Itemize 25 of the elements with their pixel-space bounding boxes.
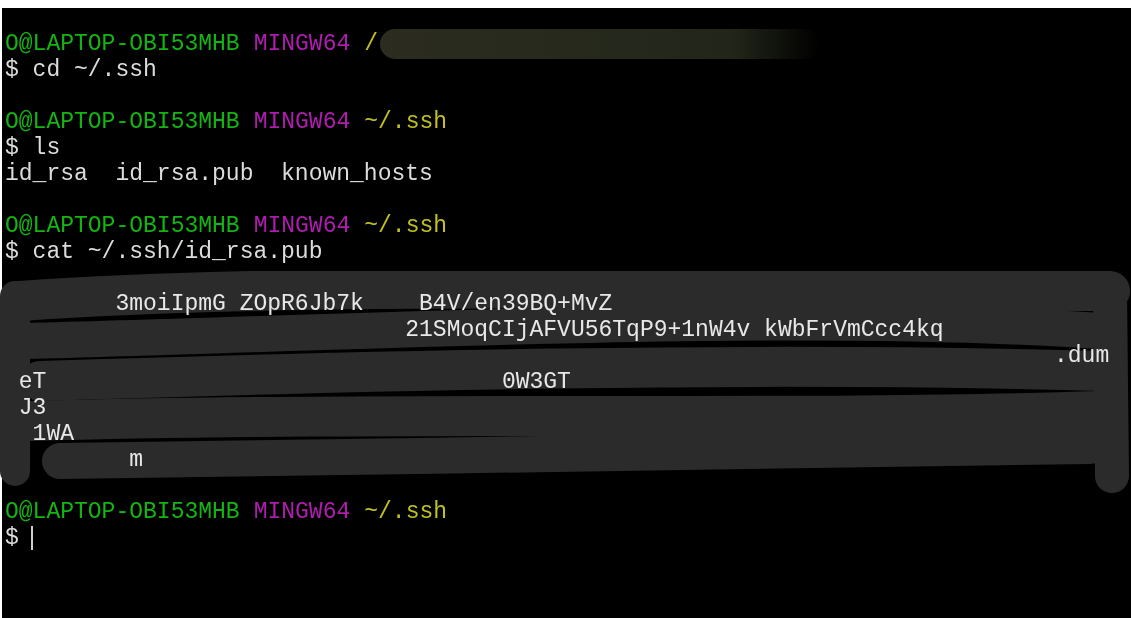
key-fragment: 3moiIpmG ZOpR6Jb7k B4V/en39BQ+MvZ xyxy=(114,291,613,317)
key-fragment: J3 xyxy=(17,395,47,421)
key-fragment: eT 0W3GT xyxy=(17,369,571,395)
prompt-user-host: O@LAPTOP-OBI53MHB xyxy=(5,213,240,239)
prompt-path: ~/.ssh xyxy=(364,499,448,525)
key-fragment: .dum xyxy=(1052,343,1110,369)
prompt-user-host: O@LAPTOP-OBI53MHB xyxy=(5,109,240,135)
key-fragment: m xyxy=(128,447,144,473)
command-line: $ ls xyxy=(5,135,61,161)
key-fragment: 1WA xyxy=(31,421,74,447)
text-cursor xyxy=(30,526,33,550)
key-fragment: 21SMoqCIjAFVU56TqP9+1nW4v kWbFrVmCcc4kq xyxy=(404,317,944,343)
prompt-system: MINGW64 xyxy=(253,31,351,57)
command-line: $ cat ~/.ssh/id_rsa.pub xyxy=(5,239,323,265)
prompt-system: MINGW64 xyxy=(253,109,351,135)
prompt-user-host: O@LAPTOP-OBI53MHB xyxy=(5,499,240,525)
prompt-system: MINGW64 xyxy=(253,499,351,525)
command-line: $ cd ~/.ssh xyxy=(5,57,157,83)
prompt-path: ~/.ssh xyxy=(364,109,448,135)
prompt-user-host: O@LAPTOP-OBI53MHB xyxy=(5,31,240,57)
command-output: id_rsa id_rsa.pub known_hosts xyxy=(5,161,433,187)
prompt-symbol: $ xyxy=(5,525,19,551)
prompt-path: / xyxy=(364,31,379,57)
prompt-system: MINGW64 xyxy=(253,213,351,239)
prompt-path: ~/.ssh xyxy=(364,213,448,239)
